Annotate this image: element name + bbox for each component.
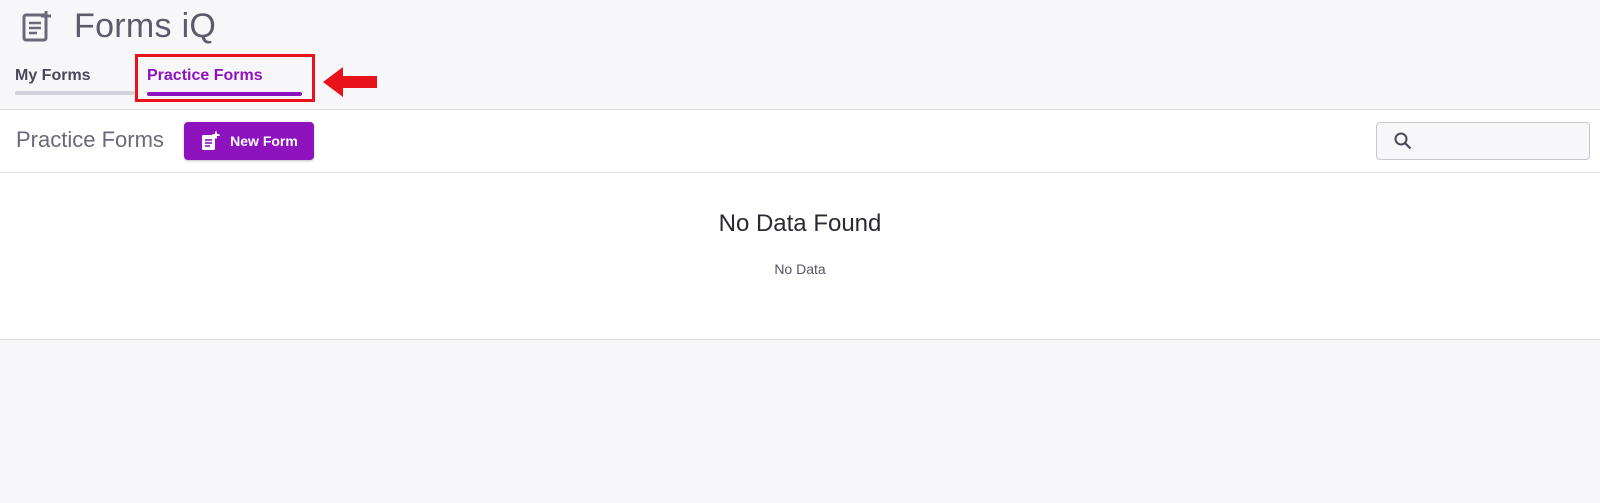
search-input[interactable] <box>1420 132 1584 150</box>
empty-state: No Data Found No Data <box>0 172 1600 338</box>
form-add-icon <box>20 9 54 43</box>
empty-state-title: No Data Found <box>718 210 882 237</box>
new-form-label: New Form <box>230 133 298 149</box>
forms-page: Forms iQ My Forms Practice Forms Practic… <box>0 0 1600 503</box>
new-form-button[interactable]: New Form <box>184 122 314 160</box>
tab-indicator <box>15 91 135 95</box>
empty-state-subtitle: No Data <box>774 261 826 277</box>
search-icon <box>1392 130 1414 152</box>
annotation-highlight-box <box>135 54 315 102</box>
tab-label: My Forms <box>15 67 91 84</box>
annotation-arrow-icon <box>323 67 379 97</box>
toolbar: Practice Forms New Form <box>0 110 1600 173</box>
app-title: Forms iQ <box>74 6 217 45</box>
tab-my-forms[interactable]: My Forms <box>15 62 135 96</box>
content-panel: Practice Forms New Form No Data Found No… <box>0 109 1600 340</box>
section-title: Practice Forms <box>16 127 164 152</box>
search-box[interactable] <box>1376 122 1590 160</box>
form-add-icon <box>200 131 220 151</box>
app-header: Forms iQ <box>20 4 216 48</box>
